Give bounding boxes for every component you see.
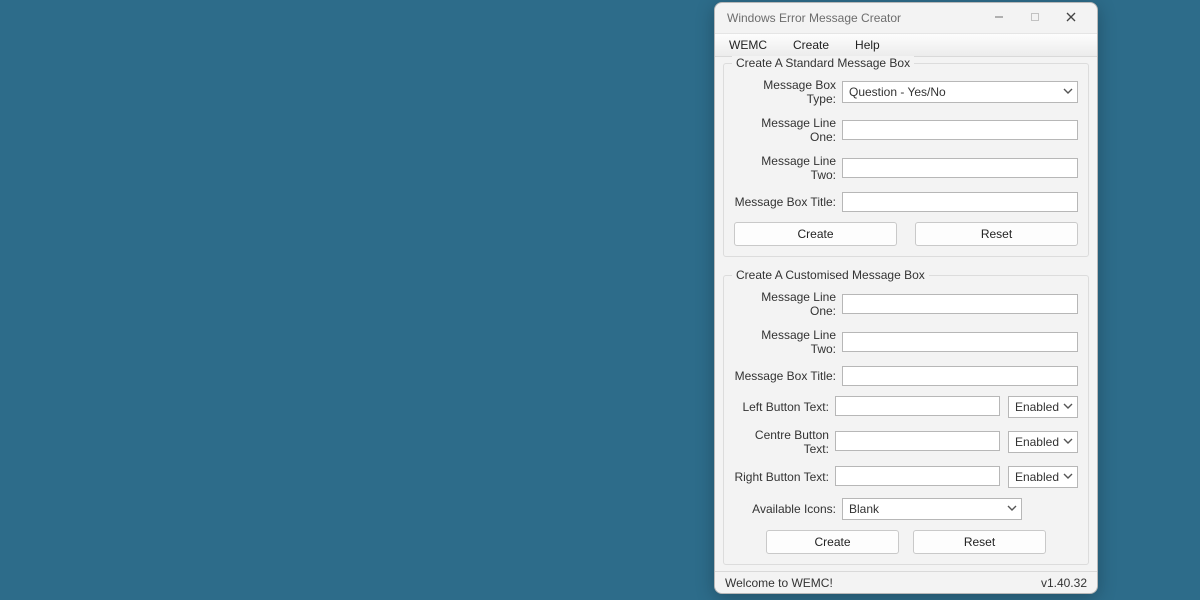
- cst-line1-label: Message Line One:: [734, 290, 842, 318]
- row-right-btn: Right Button Text: Enabled: [734, 466, 1078, 488]
- chevron-down-icon: [1063, 435, 1073, 449]
- left-btn-state-select[interactable]: Enabled: [1008, 396, 1078, 418]
- status-right: v1.40.32: [1041, 576, 1087, 590]
- close-icon: [1066, 11, 1076, 25]
- left-btn-input[interactable]: [835, 396, 1000, 416]
- client-area: Create A Standard Message Box Message Bo…: [715, 57, 1097, 565]
- standard-legend: Create A Standard Message Box: [732, 56, 914, 70]
- icons-select[interactable]: Blank: [842, 498, 1022, 520]
- chevron-down-icon: [1063, 400, 1073, 414]
- icons-select-value: Blank: [849, 502, 879, 516]
- minimize-icon: [994, 11, 1004, 25]
- cst-line1-input[interactable]: [842, 294, 1078, 314]
- std-line2-label: Message Line Two:: [734, 154, 842, 182]
- cst-title-input[interactable]: [842, 366, 1078, 386]
- left-btn-label: Left Button Text:: [734, 400, 835, 414]
- menu-help[interactable]: Help: [851, 36, 884, 54]
- centre-btn-state-value: Enabled: [1015, 435, 1059, 449]
- type-select-value: Question - Yes/No: [849, 85, 946, 99]
- maximize-icon: [1030, 11, 1040, 25]
- row-std-line2: Message Line Two:: [734, 154, 1078, 182]
- icons-label: Available Icons:: [734, 502, 842, 516]
- cst-line2-label: Message Line Two:: [734, 328, 842, 356]
- window-title: Windows Error Message Creator: [727, 11, 981, 25]
- titlebar[interactable]: Windows Error Message Creator: [715, 3, 1097, 33]
- cst-reset-button[interactable]: Reset: [913, 530, 1046, 554]
- standard-group: Create A Standard Message Box Message Bo…: [723, 63, 1089, 257]
- row-cst-line1: Message Line One:: [734, 290, 1078, 318]
- type-select[interactable]: Question - Yes/No: [842, 81, 1078, 103]
- left-btn-state-value: Enabled: [1015, 400, 1059, 414]
- right-btn-state-value: Enabled: [1015, 470, 1059, 484]
- menu-wemc[interactable]: WEMC: [725, 36, 771, 54]
- row-std-line1: Message Line One:: [734, 116, 1078, 144]
- right-btn-input[interactable]: [835, 466, 1000, 486]
- std-title-input[interactable]: [842, 192, 1078, 212]
- minimize-button[interactable]: [981, 4, 1017, 32]
- type-label: Message Box Type:: [734, 78, 842, 106]
- cst-line2-input[interactable]: [842, 332, 1078, 352]
- statusbar: Welcome to WEMC! v1.40.32: [715, 571, 1097, 593]
- window-controls: [981, 4, 1089, 32]
- row-icons: Available Icons: Blank: [734, 498, 1078, 520]
- right-btn-label: Right Button Text:: [734, 470, 835, 484]
- chevron-down-icon: [1063, 470, 1073, 484]
- row-left-btn: Left Button Text: Enabled: [734, 396, 1078, 418]
- centre-btn-label: Centre Button Text:: [734, 428, 835, 456]
- app-window: Windows Error Message Creator WEMC Creat…: [714, 2, 1098, 594]
- chevron-down-icon: [1063, 85, 1073, 99]
- row-cst-line2: Message Line Two:: [734, 328, 1078, 356]
- close-button[interactable]: [1053, 4, 1089, 32]
- menu-create[interactable]: Create: [789, 36, 833, 54]
- custom-group: Create A Customised Message Box Message …: [723, 275, 1089, 565]
- centre-btn-state-select[interactable]: Enabled: [1008, 431, 1078, 453]
- cst-title-label: Message Box Title:: [734, 369, 842, 383]
- std-button-row: Create Reset: [734, 222, 1078, 246]
- row-type: Message Box Type: Question - Yes/No: [734, 78, 1078, 106]
- std-line1-label: Message Line One:: [734, 116, 842, 144]
- centre-btn-input[interactable]: [835, 431, 1000, 451]
- std-reset-button[interactable]: Reset: [915, 222, 1078, 246]
- std-create-button[interactable]: Create: [734, 222, 897, 246]
- maximize-button[interactable]: [1017, 4, 1053, 32]
- row-centre-btn: Centre Button Text: Enabled: [734, 428, 1078, 456]
- menubar: WEMC Create Help: [715, 33, 1097, 57]
- status-left: Welcome to WEMC!: [725, 576, 833, 590]
- row-std-title: Message Box Title:: [734, 192, 1078, 212]
- custom-legend: Create A Customised Message Box: [732, 268, 929, 282]
- std-line2-input[interactable]: [842, 158, 1078, 178]
- cst-create-button[interactable]: Create: [766, 530, 899, 554]
- std-title-label: Message Box Title:: [734, 195, 842, 209]
- row-cst-title: Message Box Title:: [734, 366, 1078, 386]
- chevron-down-icon: [1007, 502, 1017, 516]
- cst-button-row: Create Reset: [734, 530, 1078, 554]
- std-line1-input[interactable]: [842, 120, 1078, 140]
- right-btn-state-select[interactable]: Enabled: [1008, 466, 1078, 488]
